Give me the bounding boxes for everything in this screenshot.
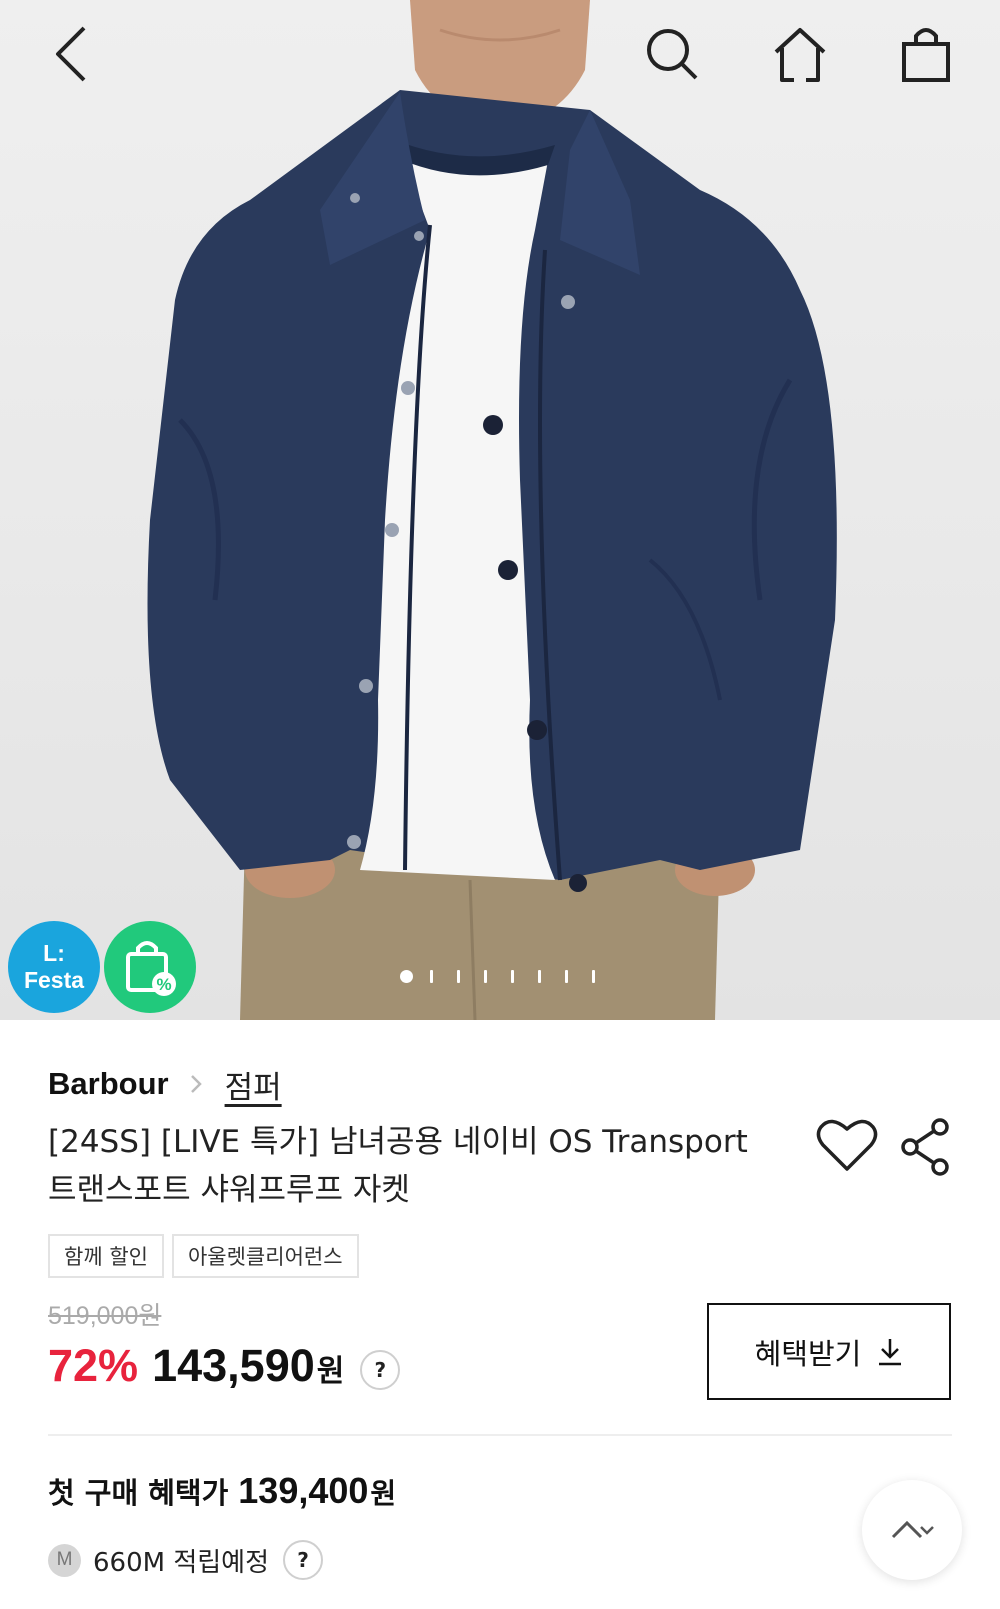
points-text: 660M 적립예정 [93, 1547, 270, 1578]
first-purchase-amount: 139,400 [238, 1470, 369, 1511]
price-row: 72% 143,590 원 ? [48, 1340, 401, 1400]
cart-button[interactable] [894, 22, 958, 86]
back-button[interactable] [42, 22, 106, 86]
page-dot[interactable] [538, 969, 541, 983]
festa-badge-line1: L: [43, 940, 65, 966]
discount-rate: 72% [48, 1340, 139, 1391]
chevron-left-icon [56, 26, 86, 82]
share-icon [901, 1118, 949, 1176]
price-unit: 원 [316, 1354, 345, 1389]
home-icon [774, 28, 826, 82]
sale-price: 143,590 [152, 1340, 315, 1391]
first-purchase-unit: 원 [370, 1477, 397, 1510]
product-title: [24SS] [LIVE 특가] 남녀공용 네이비 OS Transport 트… [48, 1118, 788, 1214]
heart-icon [816, 1119, 878, 1171]
section-divider [48, 1434, 952, 1436]
share-button[interactable] [898, 1115, 954, 1177]
category-link[interactable]: 점퍼 [225, 1062, 282, 1107]
chevron-up-icon [891, 1520, 934, 1539]
page-dot[interactable] [430, 969, 433, 983]
festa-badge-line2: Festa [23, 967, 85, 993]
page-dot-active[interactable] [400, 969, 413, 983]
page-dot[interactable] [484, 969, 487, 983]
page-dot[interactable] [592, 969, 595, 983]
brand-link[interactable]: Barbour [48, 1066, 169, 1102]
promo-tag[interactable]: 아울렛클리어런스 [171, 1234, 359, 1278]
gallery-pagination [400, 968, 619, 984]
product-title-line1: [24SS] [LIVE 특가] 남녀공용 네이비 OS Transport [48, 1124, 748, 1160]
home-button[interactable] [768, 22, 832, 86]
original-price: 519,000원 [48, 1302, 162, 1330]
page-dot[interactable] [511, 969, 514, 983]
get-benefit-button[interactable]: 혜택받기 [707, 1303, 951, 1400]
breadcrumb: Barbour 점퍼 [48, 1062, 282, 1106]
price-help-button[interactable]: ? [360, 1350, 401, 1390]
search-icon [647, 29, 698, 80]
download-icon [879, 1338, 902, 1365]
chevron-right-icon [190, 1075, 202, 1093]
mileage-icon: M [48, 1543, 81, 1577]
l-festa-badge[interactable]: L: Festa [8, 921, 100, 1013]
points-row: M 660M 적립예정 ? [48, 1536, 324, 1584]
points-help-button[interactable]: ? [283, 1540, 324, 1580]
first-purchase-price: 첫 구매 혜택가 139,400 원 [48, 1470, 396, 1512]
page-dot[interactable] [565, 969, 568, 983]
get-benefit-label: 혜택받기 [754, 1336, 862, 1371]
page-dot[interactable] [457, 969, 460, 983]
promo-tag[interactable]: 함께 할인 [48, 1234, 164, 1278]
scroll-to-top-button[interactable] [862, 1480, 962, 1580]
shopping-bag-icon [902, 28, 950, 82]
product-title-line2: 트랜스포트 샤워프루프 자켓 [48, 1172, 410, 1208]
product-photo [147, 0, 837, 1020]
promo-tags: 함께 할인 아울렛클리어런스 [48, 1234, 359, 1278]
search-button[interactable] [640, 22, 704, 86]
bag-percent-icon: % [126, 941, 176, 996]
sale-badge[interactable]: % [104, 921, 196, 1013]
wishlist-button[interactable] [815, 1115, 879, 1177]
product-image-gallery[interactable]: L: Festa % [0, 0, 1000, 1020]
svg-text:%: % [156, 975, 171, 994]
first-purchase-label: 첫 구매 혜택가 [48, 1476, 229, 1510]
